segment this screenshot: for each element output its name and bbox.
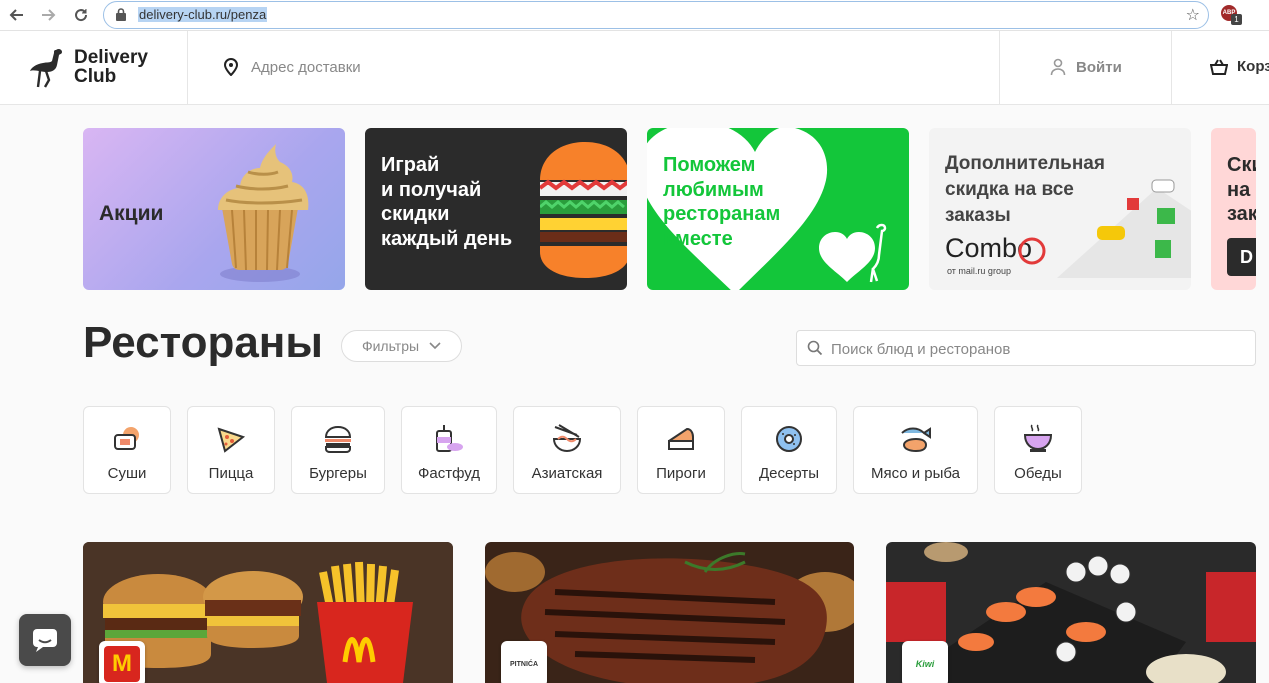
search-box[interactable] [796, 330, 1256, 367]
logo-text: M [104, 646, 140, 682]
category-label: Мясо и рыба [870, 465, 961, 482]
category-lunches[interactable]: Обеды [994, 406, 1082, 494]
logo-line2: Club [74, 66, 117, 87]
combo-sub: от mail.ru group [947, 266, 1011, 276]
site-header: Delivery Club Адрес доставки Войти Корз [0, 31, 1269, 105]
category-asian[interactable]: Азиатская [513, 406, 621, 494]
address-placeholder: Адрес доставки [251, 58, 361, 76]
combo-ring-icon [1018, 237, 1046, 265]
login-button[interactable]: Войти [1050, 58, 1122, 76]
category-sushi[interactable]: Суши [83, 406, 171, 494]
category-label: Пироги [656, 465, 706, 482]
category-fastfood[interactable]: Фастфуд [401, 406, 497, 494]
delivery-club-logo[interactable]: Delivery Club [26, 46, 161, 90]
meat-fish-icon [900, 427, 931, 453]
basket-icon [1210, 58, 1228, 75]
page-title: Рестораны [83, 318, 323, 367]
chat-icon [33, 629, 57, 652]
banner-button[interactable]: D [1227, 238, 1256, 276]
donut-icon [776, 426, 802, 452]
restaurant-card[interactable]: Kiwi [886, 542, 1256, 683]
reload-icon[interactable] [70, 4, 92, 26]
restaurant-card[interactable]: PITNIĆA [485, 542, 854, 683]
banner-title: Играй и получай скидки каждый день [381, 154, 513, 250]
category-label: Суши [107, 465, 147, 482]
pie-icon [668, 427, 694, 450]
delivery-items-illustration [1057, 179, 1191, 278]
user-icon [1050, 58, 1066, 76]
lunch-cup-icon [1023, 424, 1053, 452]
banner-title: Акции [99, 202, 164, 225]
category-label: Пицца [208, 465, 254, 482]
back-icon[interactable] [6, 4, 28, 26]
restaurant-logo: Kiwi [902, 641, 948, 683]
address-selector[interactable]: Адрес доставки [224, 58, 361, 76]
sushi-icon [114, 427, 139, 450]
location-pin-icon [224, 58, 238, 76]
search-icon [807, 340, 823, 356]
promo-banner-game[interactable]: Играй и получай скидки каждый день [365, 128, 627, 290]
chat-support-button[interactable] [19, 614, 71, 666]
restaurant-logo: M [99, 641, 145, 683]
lock-icon [116, 8, 126, 21]
cupcake-image [218, 144, 309, 282]
chevron-down-icon [429, 342, 441, 350]
category-meat-fish[interactable]: Мясо и рыба [853, 406, 978, 494]
browser-toolbar: delivery-club.ru/penza ☆ ABP 1 [0, 0, 1269, 31]
category-label: Обеды [1014, 465, 1062, 482]
filters-label: Фильтры [361, 338, 420, 354]
promo-banner-partial[interactable]: Ски на зак D [1211, 128, 1256, 290]
category-pizza[interactable]: Пицца [187, 406, 275, 494]
burger-icon [324, 425, 352, 453]
category-label: Азиатская [531, 465, 603, 482]
bookmark-star-icon[interactable]: ☆ [1186, 5, 1200, 25]
extension-badge: 1 [1231, 14, 1242, 25]
asian-bowl-icon [552, 424, 582, 453]
ostrich-icon [30, 48, 62, 88]
filters-button[interactable]: Фильтры [341, 330, 462, 362]
promo-banner-deals[interactable]: Акции [83, 128, 345, 290]
banner-title: Ски на зак [1227, 154, 1256, 225]
cart-label: Корз [1237, 58, 1269, 75]
header-divider [1171, 31, 1172, 104]
cart-button[interactable]: Корз [1210, 58, 1269, 75]
forward-icon[interactable] [37, 4, 59, 26]
logo-text: PITNIĆA [510, 660, 538, 668]
burger-image [540, 142, 627, 278]
header-divider [187, 31, 188, 104]
restaurant-card[interactable]: M [83, 542, 453, 683]
category-desserts[interactable]: Десерты [741, 406, 837, 494]
search-input[interactable] [829, 331, 1243, 367]
login-label: Войти [1076, 58, 1122, 76]
address-bar[interactable]: delivery-club.ru/penza ☆ [103, 1, 1209, 29]
fastfood-icon [436, 425, 463, 452]
category-label: Десерты [758, 465, 819, 482]
promo-banner-support[interactable]: Поможем любимым ресторанам вместе [647, 128, 909, 290]
header-divider [999, 31, 1000, 104]
category-burgers[interactable]: Бургеры [291, 406, 385, 494]
category-label: Фастфуд [417, 465, 481, 482]
logo-text: Kiwi [915, 659, 935, 669]
url-text[interactable]: delivery-club.ru/penza [138, 7, 268, 22]
category-label: Бургеры [309, 465, 367, 482]
restaurant-logo: PITNIĆA [501, 641, 547, 683]
logo-line1: Delivery [74, 47, 148, 68]
pizza-icon [217, 427, 246, 453]
banner-title: Поможем любимым ресторанам вместе [663, 154, 781, 250]
promo-banner-combo[interactable]: Дополнительная скидка на все заказы Comb… [929, 128, 1191, 290]
category-pies[interactable]: Пироги [637, 406, 725, 494]
